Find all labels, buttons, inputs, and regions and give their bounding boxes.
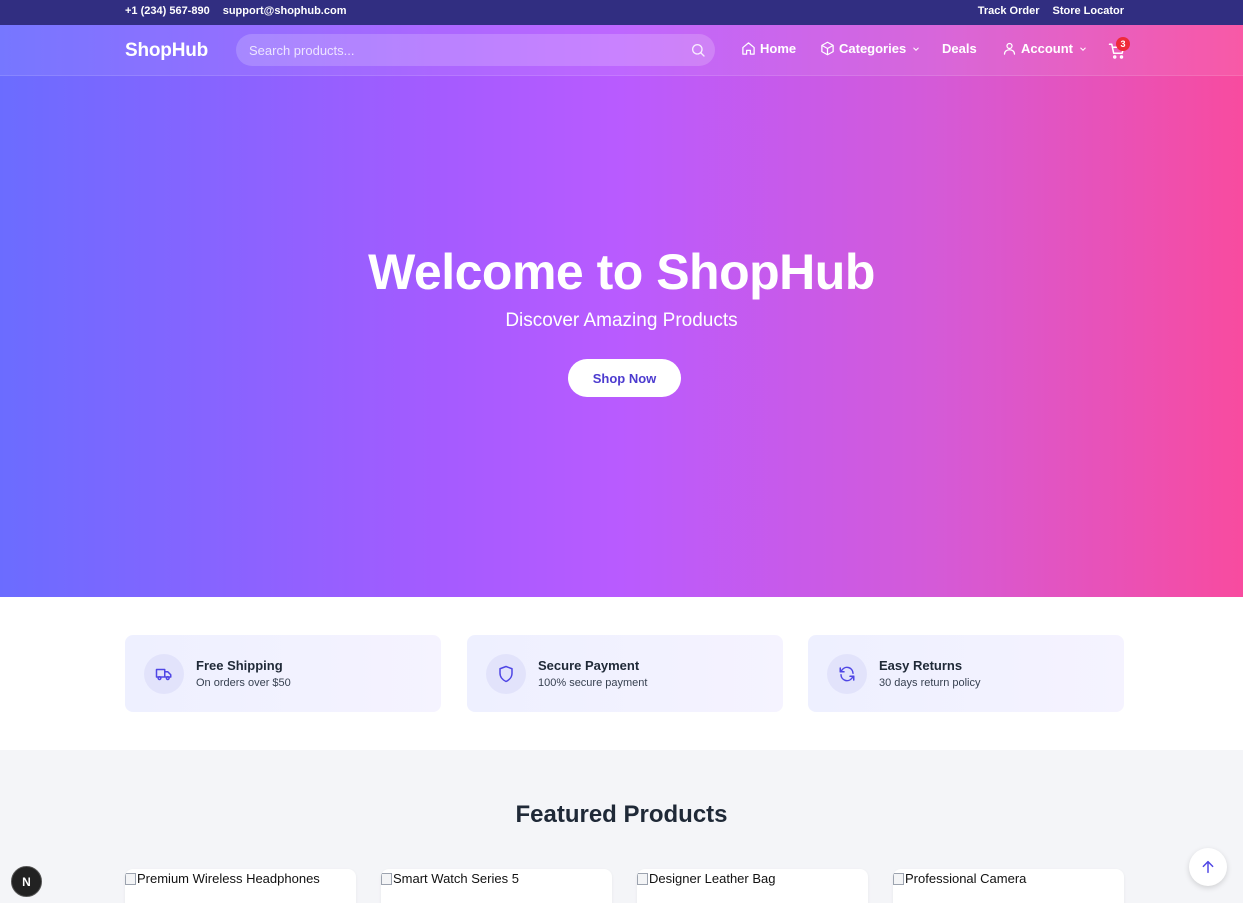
scroll-to-top-button[interactable]: [1189, 848, 1227, 886]
feature-title: Secure Payment: [538, 658, 640, 673]
truck-icon: [155, 668, 172, 681]
feature-desc: 100% secure payment: [538, 677, 648, 689]
broken-image-icon: [125, 872, 136, 885]
product-image[interactable]: Professional Camera: [893, 871, 1026, 886]
product-card[interactable]: Premium Wireless Headphones: [125, 869, 356, 903]
cart-count-badge: 3: [1116, 37, 1130, 51]
nav-account[interactable]: Account: [1002, 41, 1088, 56]
track-order-link[interactable]: Track Order: [978, 5, 1040, 17]
nav-account-label: Account: [1021, 41, 1073, 56]
broken-image-icon: [893, 872, 904, 885]
broken-image-icon: [381, 872, 392, 885]
nav-categories-label: Categories: [839, 41, 907, 56]
product-card[interactable]: Designer Leather Bag: [637, 869, 868, 903]
feature-title: Easy Returns: [879, 658, 963, 673]
product-image-alt: Professional Camera: [905, 871, 1027, 886]
product-image-alt: Premium Wireless Headphones: [137, 871, 320, 886]
feature-desc: 30 days return policy: [879, 677, 981, 689]
contact-phone[interactable]: +1 (234) 567-890: [125, 5, 210, 17]
product-card[interactable]: Smart Watch Series 5: [381, 869, 612, 903]
shield-icon: [499, 665, 513, 683]
top-bar: +1 (234) 567-890 support@shophub.com Tra…: [0, 0, 1243, 25]
chevron-down-icon: [1080, 46, 1086, 51]
box-icon: [821, 41, 834, 56]
feature-card: Free Shipping On orders over $50: [125, 635, 441, 712]
logo[interactable]: ShopHub: [125, 40, 208, 62]
nav-deals[interactable]: Deals: [942, 41, 977, 56]
hero-subtitle: Discover Amazing Products: [505, 310, 738, 331]
search-input[interactable]: [236, 34, 715, 66]
feature-icon-wrap: [486, 654, 526, 694]
search-icon[interactable]: [690, 42, 706, 58]
feature-icon-wrap: [827, 654, 867, 694]
store-locator-link[interactable]: Store Locator: [1052, 5, 1124, 17]
nav-home[interactable]: Home: [741, 41, 796, 56]
feature-desc: On orders over $50: [196, 677, 291, 689]
feature-title: Free Shipping: [196, 658, 283, 673]
feature-card: Secure Payment 100% secure payment: [467, 635, 783, 712]
product-card[interactable]: Professional Camera: [893, 869, 1124, 903]
hero-title: Welcome to ShopHub: [368, 244, 875, 300]
product-image-alt: Smart Watch Series 5: [393, 871, 519, 886]
arrow-up-icon: [1202, 860, 1214, 874]
features-section: Free Shipping On orders over $50 Secure …: [0, 597, 1243, 750]
contact-email[interactable]: support@shophub.com: [223, 5, 347, 17]
product-image-alt: Designer Leather Bag: [649, 871, 776, 886]
feature-card: Easy Returns 30 days return policy: [808, 635, 1124, 712]
home-icon: [742, 42, 755, 55]
nav-home-label: Home: [760, 41, 797, 56]
refresh-icon: [839, 666, 855, 682]
nav-deals-label: Deals: [942, 41, 977, 56]
chevron-down-icon: [913, 46, 920, 51]
product-image[interactable]: Premium Wireless Headphones: [125, 871, 320, 886]
featured-products-heading: Featured Products: [515, 801, 728, 828]
feature-icon-wrap: [144, 654, 184, 694]
product-image[interactable]: Smart Watch Series 5: [381, 871, 519, 886]
broken-image-icon: [637, 872, 648, 885]
dev-tools-badge[interactable]: N: [11, 866, 42, 897]
hero-section: ShopHub Home Categories Deals Account: [0, 25, 1243, 597]
product-image[interactable]: Designer Leather Bag: [637, 871, 775, 886]
main-navbar: ShopHub Home Categories Deals Account: [0, 25, 1243, 76]
nav-categories[interactable]: Categories: [820, 41, 921, 56]
shop-now-button[interactable]: Shop Now: [568, 359, 681, 397]
user-icon: [1003, 42, 1016, 55]
